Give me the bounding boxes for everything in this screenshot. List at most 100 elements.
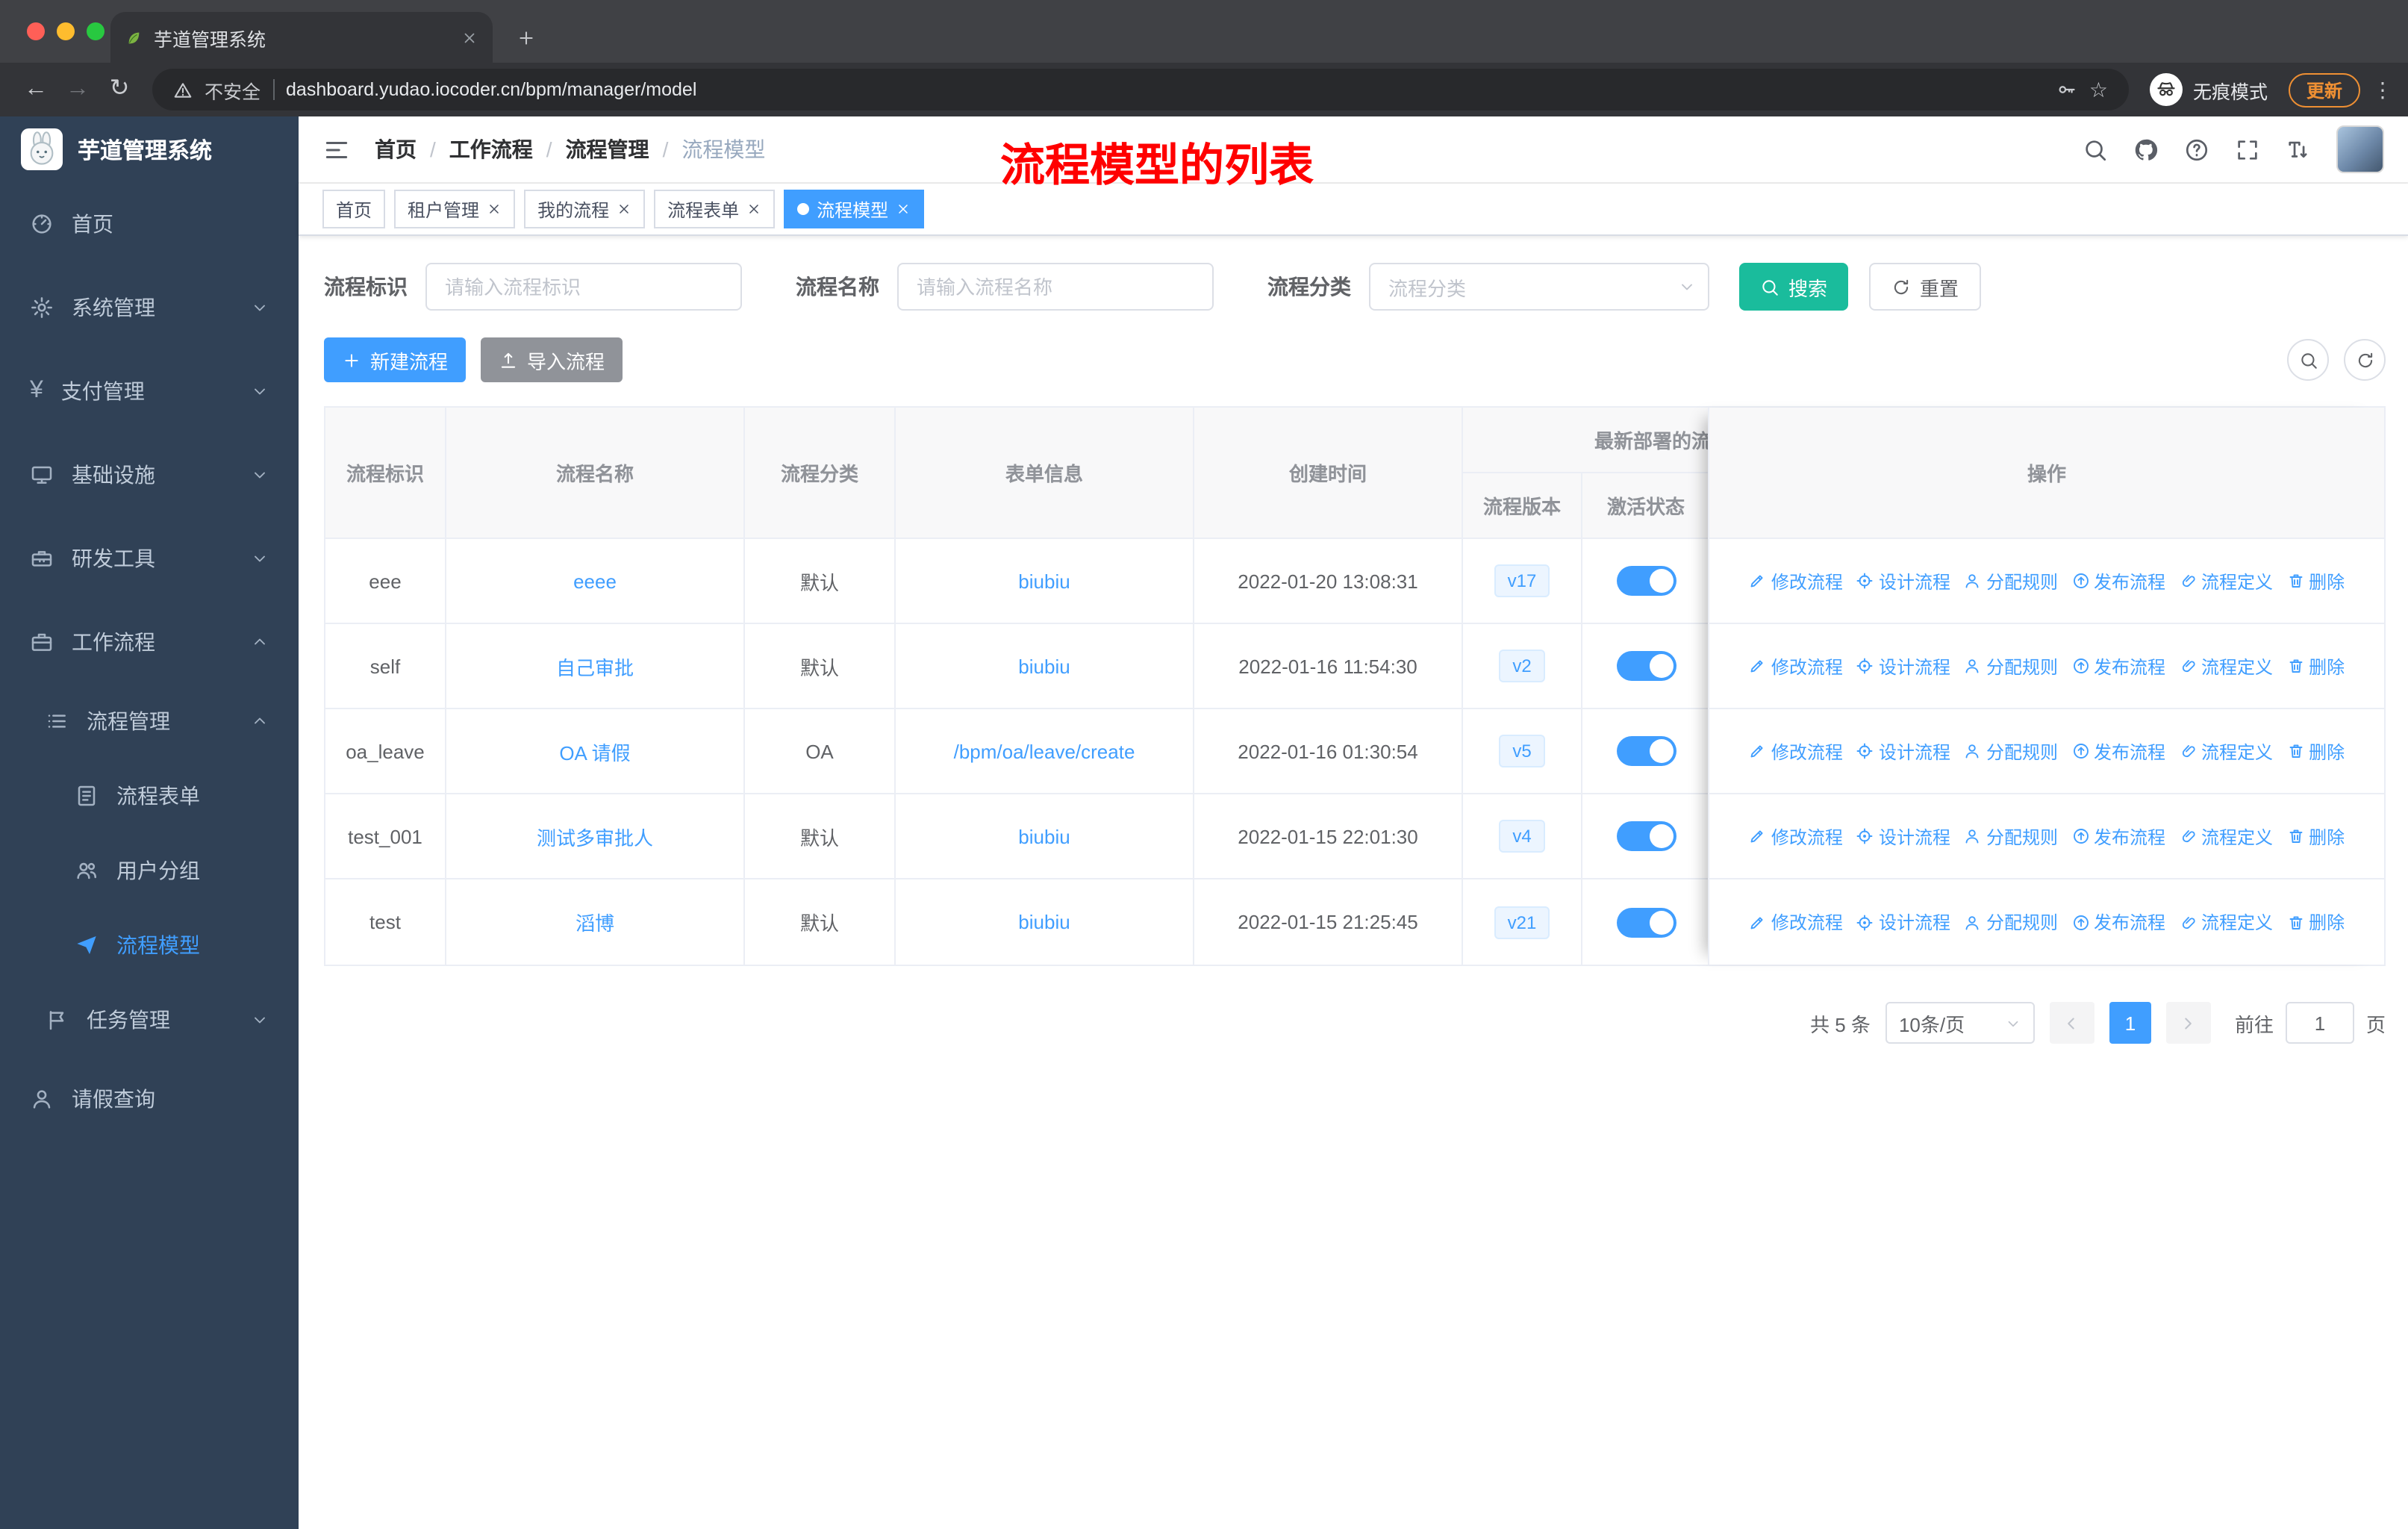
tagsview-tab[interactable]: 流程模型: [784, 190, 925, 228]
tab-close-icon[interactable]: [746, 202, 761, 217]
action-publish-process[interactable]: 发布流程: [2071, 568, 2165, 594]
sidebar-collapse-icon[interactable]: [322, 135, 351, 164]
zoom-window-button[interactable]: [87, 22, 105, 40]
form-info-link[interactable]: /bpm/oa/leave/create: [954, 740, 1135, 762]
action-process-definition[interactable]: 流程定义: [2179, 653, 2273, 679]
version-tag[interactable]: v5: [1499, 735, 1545, 767]
status-toggle[interactable]: [1616, 566, 1676, 596]
tagsview-tab[interactable]: 首页: [322, 190, 386, 228]
next-page-button[interactable]: [2165, 1002, 2211, 1044]
tagsview-tab[interactable]: 我的流程: [524, 190, 646, 228]
action-process-definition[interactable]: 流程定义: [2179, 738, 2273, 764]
sidebar-item-process-manage[interactable]: 流程管理: [0, 684, 299, 759]
form-info-link[interactable]: biubiu: [1018, 570, 1070, 592]
fullscreen-icon[interactable]: [2235, 137, 2260, 162]
action-edit-process[interactable]: 修改流程: [1749, 653, 1843, 679]
help-icon[interactable]: [2184, 137, 2209, 162]
action-publish-process[interactable]: 发布流程: [2071, 653, 2165, 679]
action-assign-rules[interactable]: 分配规则: [1964, 653, 2058, 679]
action-delete[interactable]: 删除: [2286, 738, 2345, 764]
action-assign-rules[interactable]: 分配规则: [1964, 738, 2058, 764]
font-size-icon[interactable]: [2286, 137, 2311, 162]
sidebar-item-infrastructure[interactable]: 基础设施: [0, 433, 299, 517]
status-toggle[interactable]: [1616, 821, 1676, 851]
password-manager-icon[interactable]: [2056, 79, 2077, 100]
import-process-button[interactable]: 导入流程: [481, 337, 623, 382]
security-warning-icon[interactable]: [173, 80, 193, 99]
form-info-link[interactable]: biubiu: [1018, 825, 1070, 847]
action-edit-process[interactable]: 修改流程: [1749, 738, 1843, 764]
tab-close-icon[interactable]: [461, 29, 478, 46]
user-avatar[interactable]: [2336, 125, 2384, 173]
form-info-link[interactable]: biubiu: [1018, 911, 1070, 933]
action-edit-process[interactable]: 修改流程: [1749, 823, 1843, 849]
process-name-link[interactable]: 自己审批: [556, 652, 634, 680]
action-delete[interactable]: 删除: [2286, 568, 2345, 594]
sidebar-logo[interactable]: 芋道管理系统: [0, 116, 299, 182]
action-assign-rules[interactable]: 分配规则: [1964, 909, 2058, 935]
breadcrumb-item[interactable]: 首页: [375, 134, 417, 164]
forward-button[interactable]: →: [57, 69, 99, 110]
minimize-window-button[interactable]: [57, 22, 75, 40]
action-delete[interactable]: 删除: [2286, 823, 2345, 849]
sidebar-item-task-manage[interactable]: 任务管理: [0, 983, 299, 1057]
tagsview-tab[interactable]: 流程表单: [654, 190, 776, 228]
refresh-table-button[interactable]: [2344, 339, 2386, 381]
action-publish-process[interactable]: 发布流程: [2071, 909, 2165, 935]
process-name-link[interactable]: 滔博: [576, 908, 614, 936]
tab-close-icon[interactable]: [487, 202, 502, 217]
version-tag[interactable]: v2: [1499, 650, 1545, 682]
sidebar-item-dev-tools[interactable]: 研发工具: [0, 517, 299, 600]
process-name-link[interactable]: 测试多审批人: [537, 822, 653, 850]
action-process-definition[interactable]: 流程定义: [2179, 568, 2273, 594]
version-tag[interactable]: v21: [1494, 906, 1550, 938]
process-key-input[interactable]: [425, 263, 742, 311]
search-button[interactable]: 搜索: [1739, 263, 1849, 311]
action-edit-process[interactable]: 修改流程: [1749, 909, 1843, 935]
action-design-process[interactable]: 设计流程: [1856, 823, 1950, 849]
action-assign-rules[interactable]: 分配规则: [1964, 568, 2058, 594]
action-delete[interactable]: 删除: [2286, 653, 2345, 679]
close-window-button[interactable]: [27, 22, 45, 40]
action-design-process[interactable]: 设计流程: [1856, 653, 1950, 679]
process-name-link[interactable]: OA 请假: [559, 737, 630, 765]
toggle-search-button[interactable]: [2287, 339, 2329, 381]
browser-tab[interactable]: 芋道管理系统: [110, 12, 493, 63]
browser-menu-icon[interactable]: ⋮: [2372, 79, 2393, 100]
action-design-process[interactable]: 设计流程: [1856, 738, 1950, 764]
action-publish-process[interactable]: 发布流程: [2071, 738, 2165, 764]
create-process-button[interactable]: 新建流程: [324, 337, 467, 382]
reload-button[interactable]: ↻: [99, 69, 140, 110]
breadcrumb-item[interactable]: 流程管理: [566, 134, 649, 164]
url-bar[interactable]: 不安全 dashboard.yudao.iocoder.cn/bpm/manag…: [152, 69, 2129, 110]
action-edit-process[interactable]: 修改流程: [1749, 568, 1843, 594]
process-name-input[interactable]: [897, 263, 1214, 311]
version-tag[interactable]: v4: [1499, 820, 1545, 853]
page-number-button[interactable]: 1: [2109, 1002, 2151, 1044]
action-delete[interactable]: 删除: [2286, 909, 2345, 935]
sidebar-item-system[interactable]: 系统管理: [0, 266, 299, 349]
sidebar-item-user-group[interactable]: 用户分组: [0, 833, 299, 908]
new-tab-button[interactable]: [505, 16, 546, 58]
sidebar-item-workflow[interactable]: 工作流程: [0, 600, 299, 684]
sidebar-item-process-form[interactable]: 流程表单: [0, 759, 299, 833]
version-tag[interactable]: v17: [1494, 564, 1550, 597]
tagsview-tab[interactable]: 租户管理: [394, 190, 516, 228]
action-assign-rules[interactable]: 分配规则: [1964, 823, 2058, 849]
header-search-icon[interactable]: [2083, 137, 2108, 162]
action-process-definition[interactable]: 流程定义: [2179, 823, 2273, 849]
process-name-link[interactable]: eeee: [573, 570, 617, 592]
tab-close-icon[interactable]: [896, 202, 911, 217]
sidebar-item-leave-query[interactable]: 请假查询: [0, 1057, 299, 1141]
action-publish-process[interactable]: 发布流程: [2071, 823, 2165, 849]
status-toggle[interactable]: [1616, 651, 1676, 681]
sidebar-item-process-model[interactable]: 流程模型: [0, 908, 299, 983]
form-info-link[interactable]: biubiu: [1018, 655, 1070, 677]
tab-close-icon[interactable]: [617, 202, 631, 217]
reset-button[interactable]: 重置: [1869, 263, 1982, 311]
prev-page-button[interactable]: [2049, 1002, 2094, 1044]
action-design-process[interactable]: 设计流程: [1856, 568, 1950, 594]
status-toggle[interactable]: [1616, 736, 1676, 766]
back-button[interactable]: ←: [15, 69, 57, 110]
status-toggle[interactable]: [1616, 907, 1676, 937]
